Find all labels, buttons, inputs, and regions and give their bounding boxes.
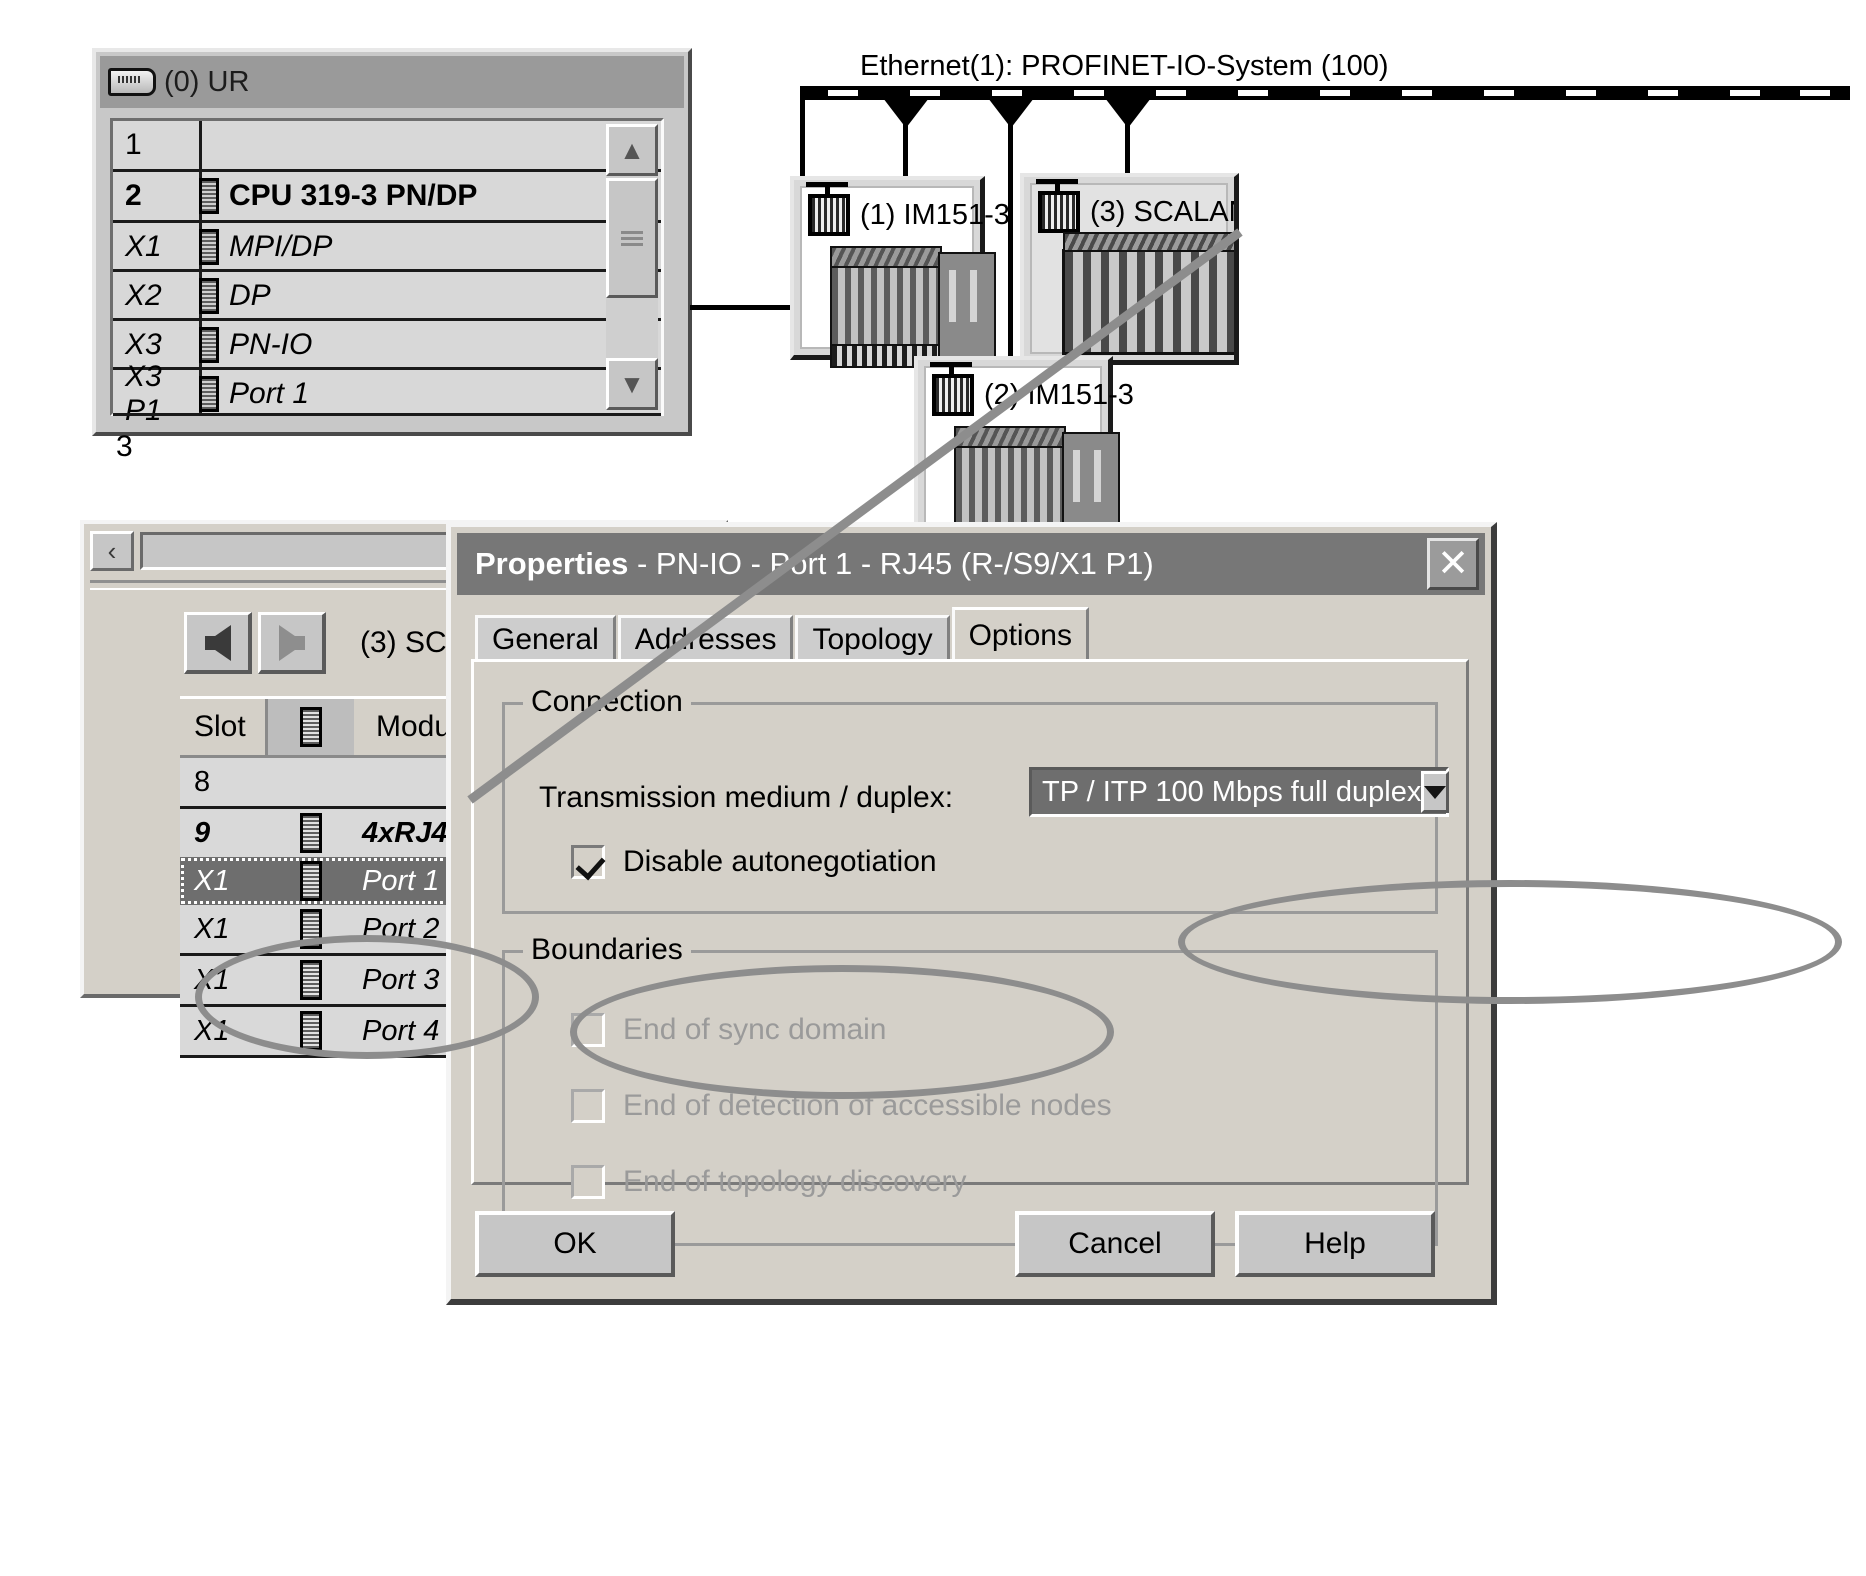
rack-window-title: (0) UR <box>164 65 250 98</box>
oval-highlight-disable-autonegotiation <box>570 965 1114 1099</box>
tab-label: Topology <box>812 622 933 656</box>
cpu-link-horizontal <box>690 305 803 310</box>
connection-legend: Connection <box>523 685 691 719</box>
network-node-im151-3-2[interactable]: (2) IM151-3 <box>914 356 1134 550</box>
arrow-right-icon <box>278 624 305 661</box>
module-icon <box>199 327 219 363</box>
oval-highlight-transmission-medium <box>1178 880 1842 1004</box>
tab-addresses[interactable]: Addresses <box>617 615 794 661</box>
oval-highlight-port1-row <box>195 935 539 1059</box>
rack-module: MPI/DP <box>229 230 333 263</box>
node-label: (2) IM151-3 <box>984 378 1134 411</box>
rack-icon <box>108 68 156 96</box>
table-row[interactable]: 2 CPU 319-3 PN/DP <box>113 172 661 220</box>
end-of-topology-discovery-checkbox <box>571 1165 605 1199</box>
module-icon <box>300 707 322 747</box>
row-divider <box>113 413 661 416</box>
cancel-button[interactable]: Cancel <box>1015 1211 1215 1277</box>
rack-slot: 1 <box>125 128 142 161</box>
boundaries-legend: Boundaries <box>523 933 691 967</box>
transmission-medium-label: Transmission medium / duplex: <box>539 781 954 814</box>
rack-slot: X3 <box>125 328 162 361</box>
module-icon <box>199 178 219 214</box>
cancel-label: Cancel <box>1068 1227 1162 1260</box>
end-of-topology-discovery-row: End of topology discovery <box>571 1165 967 1199</box>
rack-window: (0) UR 1 2 CPU 319-3 PN/DP X1 MPI/DP X2 … <box>92 48 692 436</box>
end-of-detection-checkbox <box>571 1089 605 1123</box>
column-header-slot: Slot <box>180 699 268 755</box>
tab-topology[interactable]: Topology <box>795 615 950 661</box>
connection-group: Connection Transmission medium / duplex:… <box>502 685 1450 914</box>
tab-options[interactable]: Options <box>951 607 1089 661</box>
tab-label: General <box>492 622 599 656</box>
disable-autonegotiation-label: Disable autonegotiation <box>623 845 937 878</box>
node2-drop-line <box>1008 124 1013 386</box>
module-icon <box>300 813 322 853</box>
chevron-down-icon[interactable] <box>1421 771 1450 813</box>
arrow-left-icon <box>204 624 231 661</box>
network-node-im151-3-1[interactable]: (1) IM151-3 <box>790 176 1010 368</box>
rack-slot: 2 <box>125 179 142 212</box>
device-icon <box>806 182 850 236</box>
scrollbar-thumb[interactable] <box>606 178 658 298</box>
node-label: (3) SCALAN <box>1090 195 1239 228</box>
back-arrow-button[interactable] <box>184 612 252 674</box>
tab-label: Options <box>968 618 1072 652</box>
dialog-titlebar[interactable]: Properties - PN-IO - Port 1 - RJ45 (R-/S… <box>457 533 1485 595</box>
chevron-left-icon[interactable]: ‹ <box>90 531 134 571</box>
transmission-medium-value: TP / ITP 100 Mbps full duplex <box>1042 775 1422 808</box>
dialog-title-rest: - PN-IO - Port 1 - RJ45 (R-/S9/X1 P1) <box>628 546 1154 581</box>
node-label: (1) IM151-3 <box>860 198 1010 231</box>
row-slot: X1 <box>194 864 230 897</box>
dialog-tabs[interactable]: General Addresses Topology Options <box>475 607 1091 661</box>
ok-label: OK <box>553 1227 597 1260</box>
row-slot: 8 <box>194 765 211 798</box>
column-header-icon <box>268 699 354 755</box>
rack-module: Port 1 <box>229 377 310 410</box>
scroll-up-icon[interactable]: ▲ <box>606 124 658 176</box>
end-of-topology-discovery-label: End of topology discovery <box>623 1165 967 1198</box>
rack-slot: X2 <box>125 279 162 312</box>
rack-table[interactable]: 1 2 CPU 319-3 PN/DP X1 MPI/DP X2 DP X3 P… <box>110 118 664 427</box>
disable-autonegotiation-checkbox[interactable] <box>571 845 605 879</box>
table-row[interactable]: 1 <box>113 121 661 169</box>
rack-row-3-label: 3 <box>116 430 133 463</box>
bus-label: Ethernet(1): PROFINET-IO-System (100) <box>860 50 1389 82</box>
scroll-down-icon[interactable]: ▼ <box>606 358 658 410</box>
table-row[interactable]: X3 P1 Port 1 <box>113 360 661 427</box>
dialog-button-row: OK Cancel Help <box>475 1211 1467 1277</box>
rack-window-titlebar: (0) UR <box>100 56 684 108</box>
rack-slot: X1 <box>125 230 162 263</box>
rack-module: CPU 319-3 PN/DP <box>229 179 478 212</box>
disable-autonegotiation-row[interactable]: Disable autonegotiation <box>571 845 937 879</box>
table-row[interactable]: X2 DP <box>113 272 661 320</box>
module-icon <box>199 229 219 265</box>
module-icon <box>199 278 219 314</box>
row-slot: 9 <box>194 816 211 849</box>
device-icon <box>930 362 974 416</box>
network-node-scalance[interactable]: (3) SCALAN <box>1020 173 1239 365</box>
rack-module: DP <box>229 279 271 312</box>
tab-label: Addresses <box>634 622 777 656</box>
help-button[interactable]: Help <box>1235 1211 1435 1277</box>
rack-module: PN-IO <box>229 328 313 361</box>
device-icon <box>1036 179 1080 233</box>
rack-slot: X3 P1 <box>125 360 162 427</box>
module-icon <box>199 376 219 412</box>
row-icon-cell <box>268 813 354 853</box>
ok-button[interactable]: OK <box>475 1211 675 1277</box>
table-row[interactable]: X1 MPI/DP <box>113 223 661 271</box>
module-icon <box>300 861 322 901</box>
transmission-medium-select[interactable]: TP / ITP 100 Mbps full duplex <box>1029 767 1450 817</box>
close-icon[interactable]: ✕ <box>1427 538 1479 590</box>
row-slot: X1 <box>194 912 230 945</box>
row-icon-cell <box>268 861 354 901</box>
forward-arrow-button[interactable] <box>258 612 326 674</box>
rack-scrollbar[interactable]: ▲ ▼ <box>606 124 658 410</box>
dialog-title: Properties - PN-IO - Port 1 - RJ45 (R-/S… <box>475 546 1154 582</box>
dialog-title-bold: Properties <box>475 546 629 581</box>
tab-general[interactable]: General <box>475 615 616 661</box>
profinet-bus-line[interactable] <box>800 86 1850 100</box>
help-label: Help <box>1304 1227 1366 1260</box>
